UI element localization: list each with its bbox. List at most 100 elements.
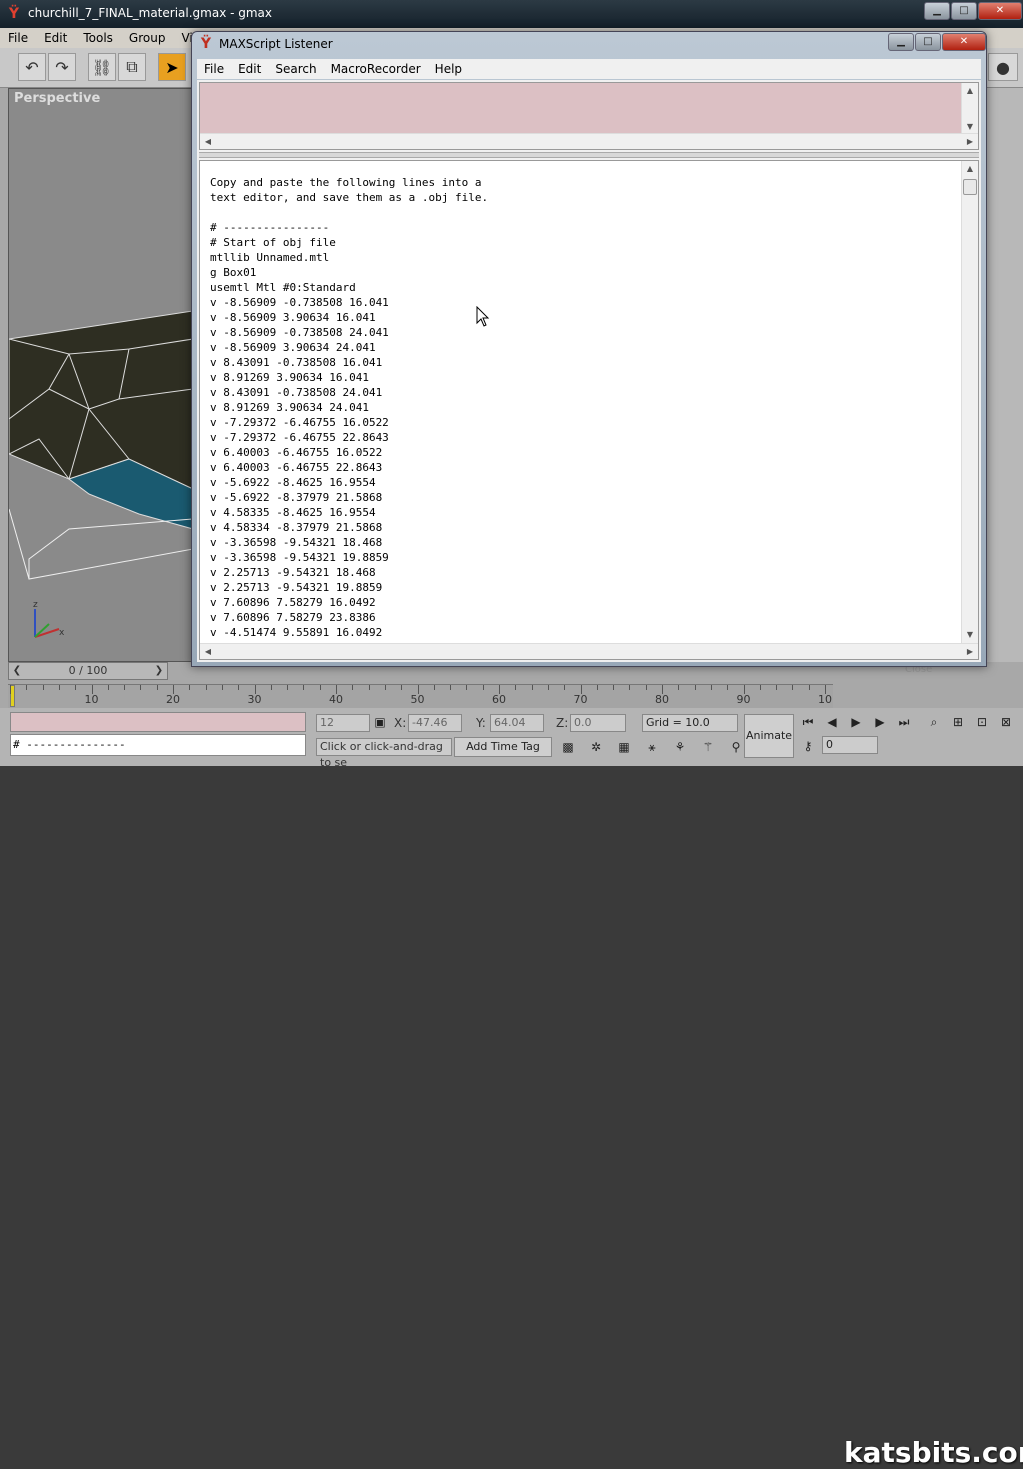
macro-horizontal-scrollbar[interactable]: ◀ ▶: [200, 133, 978, 149]
gmax-window-controls: ▁ □ ✕: [924, 2, 1022, 20]
angle-snap-icon[interactable]: ⚹: [642, 737, 662, 757]
output-line: v 8.91269 3.90634 24.041: [210, 401, 369, 414]
listener-menu-file[interactable]: File: [197, 62, 231, 76]
frame-counter[interactable]: 0 / 100: [25, 663, 151, 679]
timeline-label: 10: [84, 693, 99, 706]
macro-vertical-scrollbar[interactable]: ▲ ▼: [961, 83, 978, 135]
x-coordinate-field[interactable]: -47.46: [408, 714, 462, 732]
box-icon[interactable]: ▦: [614, 737, 634, 757]
listener-window-controls: ▁ □ ✕: [888, 33, 986, 51]
maxscript-mini-listener-macro[interactable]: [10, 712, 306, 732]
timeline-tick: [124, 685, 126, 690]
scroll-right-icon[interactable]: ▶: [962, 134, 978, 150]
select-object-icon[interactable]: ➤: [158, 53, 186, 81]
gmax-title-bar: Ÿ churchill_7_FINAL_material.gmax - gmax…: [0, 0, 1023, 28]
zoom-all-icon[interactable]: ⊞: [948, 712, 968, 732]
macro-recorder-text[interactable]: [200, 83, 961, 135]
minimize-button[interactable]: ▁: [924, 2, 950, 20]
unlink-selection-icon[interactable]: ⧉: [118, 53, 146, 81]
render-teapot-icon[interactable]: ●: [988, 53, 1018, 81]
snap-toggle-icon[interactable]: ✲: [586, 737, 606, 757]
percent-snap-icon[interactable]: ⚘: [670, 737, 690, 757]
output-line: v -7.29372 -6.46755 22.8643: [210, 431, 389, 444]
timeline-tick: [221, 685, 223, 690]
timeline-tick: [189, 685, 191, 690]
listener-menu-macrorecorder[interactable]: MacroRecorder: [324, 62, 428, 76]
status-prompt: Click or click-and-drag to se: [316, 738, 452, 769]
scroll-thumb[interactable]: [963, 179, 977, 195]
listener-output-pane[interactable]: Copy and paste the following lines into …: [199, 160, 979, 660]
scroll-down-icon[interactable]: ▼: [962, 627, 978, 643]
timeline-tick: [401, 685, 403, 690]
listener-menu-help[interactable]: Help: [428, 62, 469, 76]
previous-frame-icon[interactable]: ◀: [822, 712, 842, 732]
spinner-snap-icon[interactable]: ⚚: [698, 737, 718, 757]
listener-title-bar[interactable]: Ÿ MAXScript Listener ▁ □ ✕: [192, 32, 986, 56]
play-icon[interactable]: ▶: [846, 712, 866, 732]
key-mode-icon[interactable]: ⚷: [798, 736, 818, 756]
timeline-tick: [156, 685, 158, 690]
menu-edit[interactable]: Edit: [36, 31, 75, 45]
timeline-label: 20: [166, 693, 180, 706]
track-bar[interactable]: 10 20 30 40 50 60 70 80 90 10: [8, 684, 833, 708]
timeline-label: 50: [410, 693, 425, 706]
time-slider[interactable]: ❮ 0 / 100 ❯: [8, 662, 168, 680]
scroll-left-icon[interactable]: ◀: [200, 644, 216, 660]
scroll-right-icon[interactable]: ▶: [962, 644, 978, 660]
listener-close-button[interactable]: ✕: [942, 33, 986, 51]
timeline-tick: [629, 685, 631, 690]
timeline-label: 30: [247, 693, 262, 706]
timeline-tick: [42, 685, 44, 690]
z-coordinate-field[interactable]: 0.0: [570, 714, 626, 732]
menu-tools[interactable]: Tools: [75, 31, 121, 45]
perspective-viewport[interactable]: Perspective z x: [8, 88, 192, 662]
timeline-tick: [352, 685, 354, 690]
svg-text:x: x: [59, 628, 65, 638]
output-vertical-scrollbar[interactable]: ▲ ▼: [961, 161, 978, 643]
timeline-tick: [270, 685, 272, 690]
chevron-left-icon[interactable]: ❮: [9, 663, 25, 679]
next-frame-icon[interactable]: ▶: [870, 712, 890, 732]
cube-icon[interactable]: ▩: [558, 737, 578, 757]
animate-button[interactable]: Animate: [744, 714, 794, 758]
listener-output-text[interactable]: Copy and paste the following lines into …: [210, 175, 958, 643]
output-line: v -4.51474 9.55891 16.0492: [210, 626, 383, 639]
scroll-up-icon[interactable]: ▲: [962, 161, 978, 177]
menu-group[interactable]: Group: [121, 31, 174, 45]
close-button[interactable]: ✕: [978, 2, 1022, 20]
listener-menu-search[interactable]: Search: [268, 62, 323, 76]
menu-file[interactable]: File: [0, 31, 36, 45]
current-frame-field[interactable]: 0: [822, 736, 878, 754]
listener-menu-edit[interactable]: Edit: [231, 62, 268, 76]
pane-splitter[interactable]: [199, 152, 979, 158]
lock-selection-icon[interactable]: ▣: [370, 712, 390, 732]
status-area: # --------------- 12 ▣ X: -47.46 Y: 64.0…: [0, 708, 1023, 1469]
listener-minimize-button[interactable]: ▁: [888, 33, 914, 51]
go-to-start-icon[interactable]: ⏮: [798, 712, 818, 732]
maxscript-mini-listener-input[interactable]: # ---------------: [10, 734, 306, 756]
redo-icon[interactable]: ↷: [48, 53, 76, 81]
timeline-tick: [694, 685, 696, 690]
chevron-right-icon[interactable]: ❯: [151, 663, 167, 679]
zoom-extents-all-icon[interactable]: ⊠: [996, 712, 1016, 732]
maximize-button[interactable]: □: [951, 2, 977, 20]
zoom-extents-icon[interactable]: ⊡: [972, 712, 992, 732]
macro-recorder-pane[interactable]: ▲ ▼ ◀ ▶: [199, 82, 979, 150]
select-and-link-icon[interactable]: ⛓: [88, 53, 116, 81]
output-line: Copy and paste the following lines into …: [210, 176, 482, 189]
undo-icon[interactable]: ↶: [18, 53, 46, 81]
scroll-left-icon[interactable]: ◀: [200, 134, 216, 150]
timeline-label: 10: [818, 693, 832, 706]
output-line: v -8.56909 -0.738508 16.041: [210, 296, 389, 309]
timeline-tick: [710, 685, 712, 690]
zoom-icon[interactable]: ⌕: [924, 712, 944, 732]
output-line: v -5.6922 -8.4625 16.9554: [210, 476, 376, 489]
output-horizontal-scrollbar[interactable]: ◀ ▶: [200, 643, 978, 659]
add-time-tag-button[interactable]: Add Time Tag: [454, 737, 552, 757]
magnet-icon[interactable]: ⚲: [726, 737, 746, 757]
scroll-up-icon[interactable]: ▲: [962, 83, 978, 99]
y-coordinate-field[interactable]: 64.04: [490, 714, 544, 732]
go-to-end-icon[interactable]: ⏭: [894, 712, 914, 732]
output-line: v 7.60896 7.58279 23.8386: [210, 611, 376, 624]
listener-maximize-button[interactable]: □: [915, 33, 941, 51]
